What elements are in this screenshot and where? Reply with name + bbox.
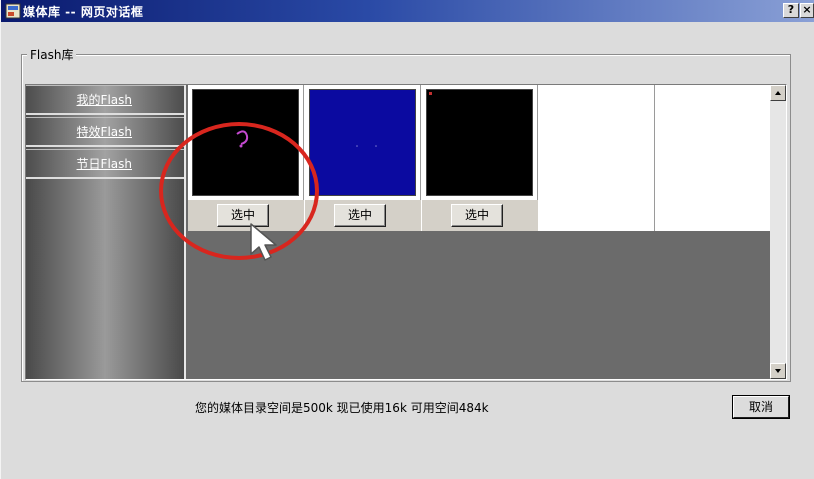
- sidebar-item-holiday-flash[interactable]: 节日Flash: [26, 149, 184, 179]
- thumbnail-card: 选中: [305, 85, 421, 231]
- scroll-up-icon[interactable]: [770, 85, 786, 101]
- help-button[interactable]: ?: [783, 3, 799, 18]
- vertical-scrollbar[interactable]: [770, 85, 786, 379]
- group-legend: Flash库: [27, 46, 77, 63]
- flash-animation-icon: [429, 92, 432, 95]
- window-title: 媒体库 -- 网页对话框: [23, 5, 144, 19]
- select-button-3[interactable]: 选中: [451, 204, 503, 227]
- flash-animation-icon: [236, 130, 249, 148]
- category-sidebar: 我的Flash 特效Flash 节日Flash: [26, 85, 186, 379]
- app-icon: [5, 3, 21, 19]
- thumbnail-grid: 选中 选中 选中: [188, 85, 772, 231]
- thumbnail-button-bar: 选中: [422, 200, 538, 231]
- flash-preview[interactable]: [426, 89, 533, 196]
- storage-status-text: 您的媒体目录空间是500k 现已使用16k 可用空间484k: [195, 401, 489, 415]
- thumbnail-button-bar: 选中: [188, 200, 304, 231]
- sidebar-item-effects-flash[interactable]: 特效Flash: [26, 117, 184, 147]
- media-panel: 我的Flash 特效Flash 节日Flash 选中 选中 选中: [25, 84, 787, 380]
- empty-thumbnail-slot: [539, 85, 655, 231]
- flash-preview[interactable]: [309, 89, 416, 196]
- sidebar-item-my-flash[interactable]: 我的Flash: [26, 85, 184, 115]
- thumbnail-card: 选中: [188, 85, 304, 231]
- flash-animation-icon: [356, 145, 377, 147]
- select-button-1[interactable]: 选中: [217, 204, 269, 227]
- thumbnail-card: 选中: [422, 85, 538, 231]
- media-library-dialog: 媒体库 -- 网页对话框 ? × Flash库 我的Flash 特效Flash …: [0, 0, 814, 479]
- close-button[interactable]: ×: [800, 3, 814, 18]
- empty-thumbnail-slot: [656, 85, 772, 231]
- thumbnail-button-bar: 选中: [305, 200, 421, 231]
- select-button-2[interactable]: 选中: [334, 204, 386, 227]
- title-bar: 媒体库 -- 网页对话框 ? ×: [1, 0, 814, 22]
- cancel-button[interactable]: 取消: [733, 396, 789, 418]
- scroll-down-icon[interactable]: [770, 363, 786, 379]
- flash-preview[interactable]: [192, 89, 299, 196]
